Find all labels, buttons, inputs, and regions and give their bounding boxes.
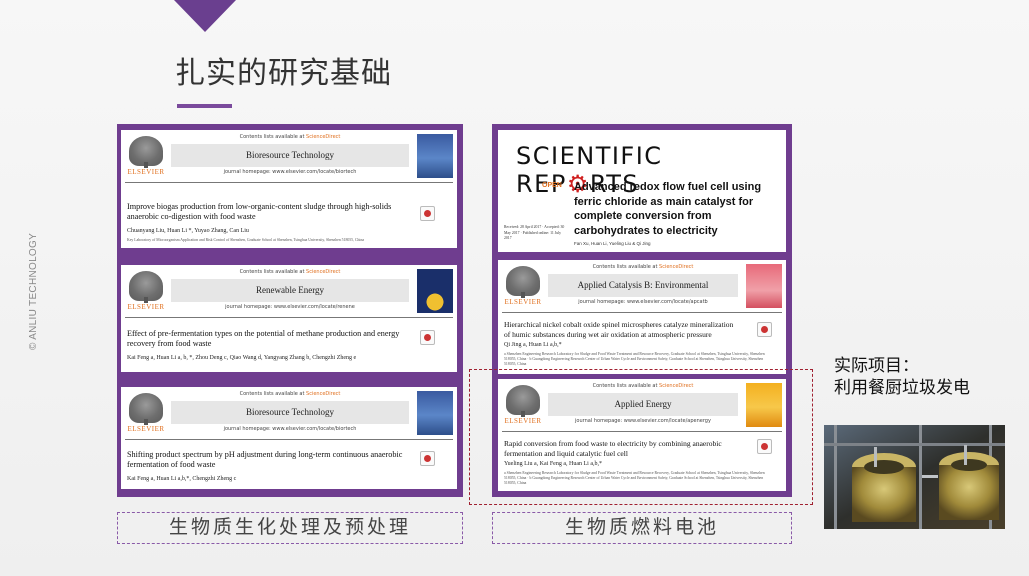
- paper-dates: Received: 28 April 2017 · Accepted: 30 M…: [504, 225, 565, 240]
- elsevier-logo: ELSEVIER: [502, 264, 544, 308]
- paper-card: ELSEVIER Contents lists available at Sci…: [121, 265, 457, 372]
- journal-cover: [417, 134, 453, 178]
- journal-header: ELSEVIER Contents lists available at Sci…: [125, 269, 453, 315]
- crossmark-icon: [420, 206, 435, 221]
- paper-title: Advanced redox flow fuel cell using ferr…: [574, 181, 762, 237]
- paper-title: Effect of pre-fermentation types on the …: [127, 329, 400, 348]
- contents-line: Contents lists available at ScienceDirec…: [592, 264, 694, 270]
- title-underline: [177, 104, 232, 108]
- contents-line: Contents lists available at ScienceDirec…: [239, 134, 341, 140]
- paper-authors: Kai Feng a, Huan Li a,b,*, Chengzhi Zhen…: [127, 476, 237, 482]
- contents-line: Contents lists available at ScienceDirec…: [239, 269, 341, 275]
- header-rule: [125, 182, 453, 183]
- journal-box: Contents lists available at ScienceDirec…: [171, 269, 409, 313]
- journal-box: Contents lists available at ScienceDirec…: [171, 134, 409, 178]
- paper-authors: Chuanyang Liu, Huan Li *, Yuyao Zhang, C…: [127, 228, 249, 234]
- project-label: 实际项目： 利用餐厨垃圾发电: [834, 355, 970, 399]
- paper-title: Improve biogas production from low-organ…: [127, 202, 392, 221]
- side-copyright: © ANLIU TECHNOLOGY: [28, 230, 42, 360]
- journal-homepage: journal homepage: www.elsevier.com/locat…: [578, 299, 708, 305]
- project-photo: [824, 425, 1005, 529]
- project-label-line2: 利用餐厨垃圾发电: [834, 378, 970, 398]
- paper-authors: Qi Jing a, Huan Li a,b,*: [504, 342, 562, 348]
- header-rule: [502, 312, 782, 313]
- left-papers-panel: ELSEVIER Contents lists available at Sci…: [117, 124, 463, 497]
- journal-box: Contents lists available at ScienceDirec…: [171, 391, 409, 435]
- paper-card: ELSEVIER Contents lists available at Sci…: [121, 130, 457, 248]
- journal-name: Bioresource Technology: [171, 401, 409, 424]
- crossmark-icon: [757, 322, 772, 337]
- page-title: 扎实的研究基础: [175, 56, 392, 91]
- journal-name: Renewable Energy: [171, 279, 409, 302]
- journal-cover: [746, 264, 782, 308]
- journal-homepage: journal homepage: www.elsevier.com/locat…: [223, 169, 357, 175]
- paper-card: ELSEVIER Contents lists available at Sci…: [498, 260, 786, 374]
- journal-header: ELSEVIER Contents lists available at Sci…: [125, 391, 453, 437]
- journal-name: Bioresource Technology: [171, 144, 409, 167]
- journal-header: ELSEVIER Contents lists available at Sci…: [125, 134, 453, 180]
- paper-affiliation: Key Laboratory of Microorganism Applicat…: [127, 238, 365, 242]
- project-label-line1: 实际项目：: [834, 356, 919, 376]
- header-rule: [125, 317, 453, 318]
- crossmark-icon: [420, 451, 435, 466]
- highlight-frame: [469, 369, 813, 505]
- journal-name: Applied Catalysis B: Environmental: [548, 274, 738, 297]
- paper-card: ELSEVIER Contents lists available at Sci…: [121, 387, 457, 489]
- elsevier-logo: ELSEVIER: [125, 134, 167, 178]
- caption-biomass-fuel-cell: 生物质燃料电池: [492, 512, 792, 544]
- paper-title: Hierarchical nickel cobalt oxide spinel …: [504, 320, 734, 339]
- journal-box: Contents lists available at ScienceDirec…: [548, 264, 738, 308]
- paper-title: Shifting product spectrum by pH adjustme…: [127, 450, 403, 469]
- journal-cover: [417, 391, 453, 435]
- project-photo-image: [824, 425, 1005, 529]
- scientific-reports-card: SCIENTIFIC REP⚙RTS OPEN Advanced redox f…: [498, 130, 786, 252]
- open-access-label: OPEN: [542, 182, 562, 189]
- journal-homepage: journal homepage: www.elsevier.com/locat…: [225, 304, 355, 310]
- journal-homepage: journal homepage: www.elsevier.com/locat…: [223, 426, 357, 432]
- elsevier-logo: ELSEVIER: [125, 391, 167, 435]
- top-triangle-decoration: [174, 0, 236, 32]
- journal-cover: [417, 269, 453, 313]
- journal-header: ELSEVIER Contents lists available at Sci…: [502, 264, 782, 310]
- header-rule: [125, 439, 453, 440]
- side-copyright-text: © ANLIU TECHNOLOGY: [28, 232, 39, 350]
- contents-line: Contents lists available at ScienceDirec…: [239, 391, 341, 397]
- crossmark-icon: [420, 330, 435, 345]
- paper-affiliation: a Shenzhen Engineering Research Laborato…: [504, 352, 765, 366]
- elsevier-logo: ELSEVIER: [125, 269, 167, 313]
- paper-authors: Fan Xu, Huan Li, Yueling Liu & Qi Jing: [574, 241, 651, 246]
- paper-authors: Kai Feng a, Huan Li a, b, *, Zhou Deng c…: [127, 355, 357, 361]
- caption-biochem-pretreatment: 生物质生化处理及预处理: [117, 512, 463, 544]
